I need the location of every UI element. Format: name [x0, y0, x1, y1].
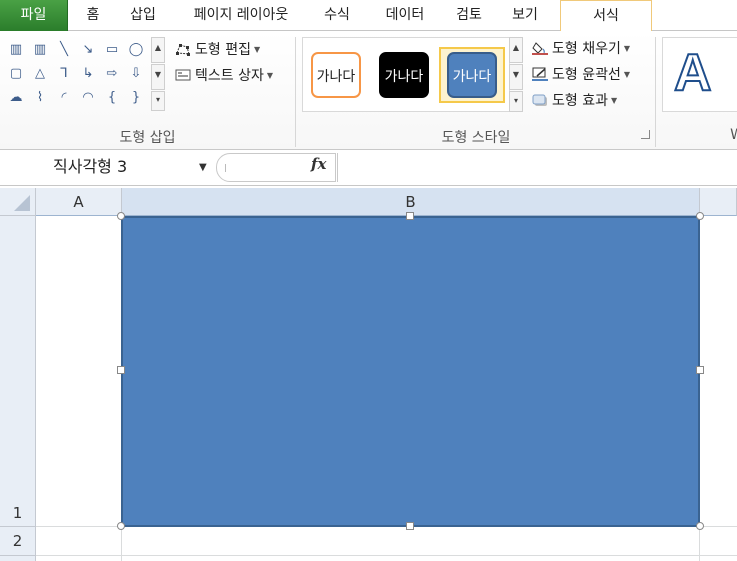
splitter-handle[interactable] — [225, 164, 230, 172]
shape-style-blue-fill[interactable]: 가나다 — [447, 52, 497, 98]
text-box-button[interactable]: 텍스트 상자 ▼ — [175, 65, 273, 85]
chevron-down-icon: ▼ — [623, 70, 631, 79]
row-header-3[interactable] — [0, 556, 36, 561]
triangle-icon[interactable]: △ — [30, 63, 50, 85]
select-all-triangle-icon — [14, 195, 30, 211]
formula-bar: 직사각형 3 ▼ fx — [0, 150, 737, 186]
wordart-style-a[interactable]: A — [673, 43, 713, 103]
arrow-line-icon[interactable]: ↘ — [78, 39, 98, 61]
right-arrow-icon[interactable]: ⇨ — [102, 63, 122, 85]
styles-scroll-up-icon[interactable]: ▲ — [509, 37, 523, 63]
chevron-down-icon: ▼ — [266, 71, 274, 80]
ribbon-tab-bar: 파일 홈 삽입 페이지 레이아웃 수식 데이터 검토 보기 서식 — [0, 0, 737, 32]
down-arrow-icon[interactable]: ⇩ — [126, 63, 146, 85]
shape-effects-button[interactable]: 도형 효과 ▼ — [532, 90, 617, 110]
text-box-label: 텍스트 상자 — [195, 68, 264, 84]
gallery-scroll-up-icon[interactable]: ▲ — [151, 37, 165, 63]
rounded-rectangle-icon[interactable]: ▢ — [6, 63, 26, 85]
name-box-dropdown-icon[interactable]: ▼ — [199, 162, 207, 173]
resize-handle-top-right[interactable] — [696, 212, 704, 220]
chevron-down-icon: ▼ — [623, 44, 631, 53]
gallery-more-icon[interactable]: ▾ — [151, 91, 165, 111]
left-brace-icon[interactable]: { — [102, 87, 122, 109]
text-box-icon — [175, 69, 191, 81]
resize-handle-top[interactable] — [406, 212, 414, 220]
insert-function-icon[interactable]: fx — [311, 155, 326, 173]
gallery-scroll-down-icon[interactable]: ▼ — [151, 64, 165, 90]
resize-handle-bottom[interactable] — [406, 522, 414, 530]
selected-rectangle-shape[interactable] — [121, 216, 700, 527]
cloud-icon[interactable]: ☁ — [6, 87, 26, 109]
resize-handle-bottom-left[interactable] — [117, 522, 125, 530]
pen-outline-icon — [532, 67, 548, 81]
elbow-connector-icon[interactable]: ⅂ — [54, 63, 74, 85]
resize-handle-right[interactable] — [696, 366, 704, 374]
styles-more-icon[interactable]: ▾ — [509, 91, 523, 112]
shape-outline-label: 도형 윤곽선 — [552, 67, 621, 83]
rectangle-icon[interactable]: ▭ — [102, 39, 122, 61]
tab-formulas[interactable]: 수식 — [314, 0, 360, 31]
ribbon: ▥ ▥ ╲ ↘ ▭ ◯ ▢ △ ⅂ ↳ ⇨ ⇩ ☁ ⌇ ◜ ◠ { } ▲ ▼ … — [0, 31, 737, 150]
name-box[interactable]: 직사각형 3 — [0, 153, 216, 181]
row-gridline — [36, 555, 737, 556]
line-icon[interactable]: ╲ — [54, 39, 74, 61]
resize-handle-left[interactable] — [117, 366, 125, 374]
curve-icon[interactable]: ◠ — [78, 87, 98, 109]
shape-fill-button[interactable]: 도형 채우기 ▼ — [532, 38, 630, 58]
shape-outline-button[interactable]: 도형 윤곽선 ▼ — [532, 64, 630, 84]
edit-shape-label: 도형 편집 — [195, 42, 251, 58]
shape-effects-icon — [532, 94, 547, 106]
wordart-group-label: W — [722, 127, 737, 143]
insert-shapes-group-label: 도형 삽입 — [119, 130, 176, 146]
right-brace-icon[interactable]: } — [126, 87, 146, 109]
shape-fill-label: 도형 채우기 — [552, 41, 621, 57]
text-box-shape-icon[interactable]: ▥ — [6, 39, 26, 61]
elbow-arrow-icon[interactable]: ↳ — [78, 63, 98, 85]
tab-data[interactable]: 데이터 — [374, 0, 436, 31]
tab-insert[interactable]: 삽입 — [120, 0, 166, 31]
row-header-1[interactable]: 1 — [0, 216, 36, 527]
lightning-icon[interactable]: ⌇ — [30, 87, 50, 109]
shape-style-black-fill[interactable]: 가나다 — [379, 52, 429, 98]
resize-handle-bottom-right[interactable] — [696, 522, 704, 530]
edit-shape-button[interactable]: 도형 편집 ▼ — [175, 39, 260, 59]
column-header-a[interactable]: A — [36, 188, 122, 216]
resize-handle-top-left[interactable] — [117, 212, 125, 220]
group-divider — [655, 37, 656, 147]
oval-icon[interactable]: ◯ — [126, 39, 146, 61]
tab-file[interactable]: 파일 — [0, 0, 68, 31]
shape-styles-group-label: 도형 스타일 — [441, 130, 511, 146]
tab-home[interactable]: 홈 — [78, 0, 108, 31]
edit-shape-icon — [176, 44, 190, 56]
tab-review[interactable]: 검토 — [446, 0, 492, 31]
styles-scroll-down-icon[interactable]: ▼ — [509, 64, 523, 90]
row-number-1: 1 — [12, 504, 23, 522]
chevron-down-icon: ▼ — [610, 96, 618, 105]
column-header-c[interactable] — [700, 188, 737, 216]
select-all-corner[interactable] — [0, 188, 36, 216]
chevron-down-icon: ▼ — [253, 45, 261, 54]
arc-icon[interactable]: ◜ — [54, 87, 74, 109]
shapes-gallery[interactable]: ▥ ▥ ╲ ↘ ▭ ◯ ▢ △ ⅂ ↳ ⇨ ⇩ ☁ ⌇ ◜ ◠ { } — [4, 39, 149, 111]
vertical-text-icon[interactable]: ▥ — [30, 39, 50, 61]
tab-page-layout[interactable]: 페이지 레이아웃 — [180, 0, 302, 31]
shape-style-orange-outline[interactable]: 가나다 — [311, 52, 361, 98]
tab-format[interactable]: 서식 — [560, 0, 652, 32]
shape-effects-label: 도형 효과 — [552, 93, 608, 109]
formula-input[interactable] — [337, 153, 737, 182]
paint-bucket-icon — [532, 42, 548, 55]
dialog-launcher-icon[interactable] — [641, 130, 650, 139]
tab-view[interactable]: 보기 — [502, 0, 548, 31]
row-header-2[interactable]: 2 — [0, 527, 36, 556]
